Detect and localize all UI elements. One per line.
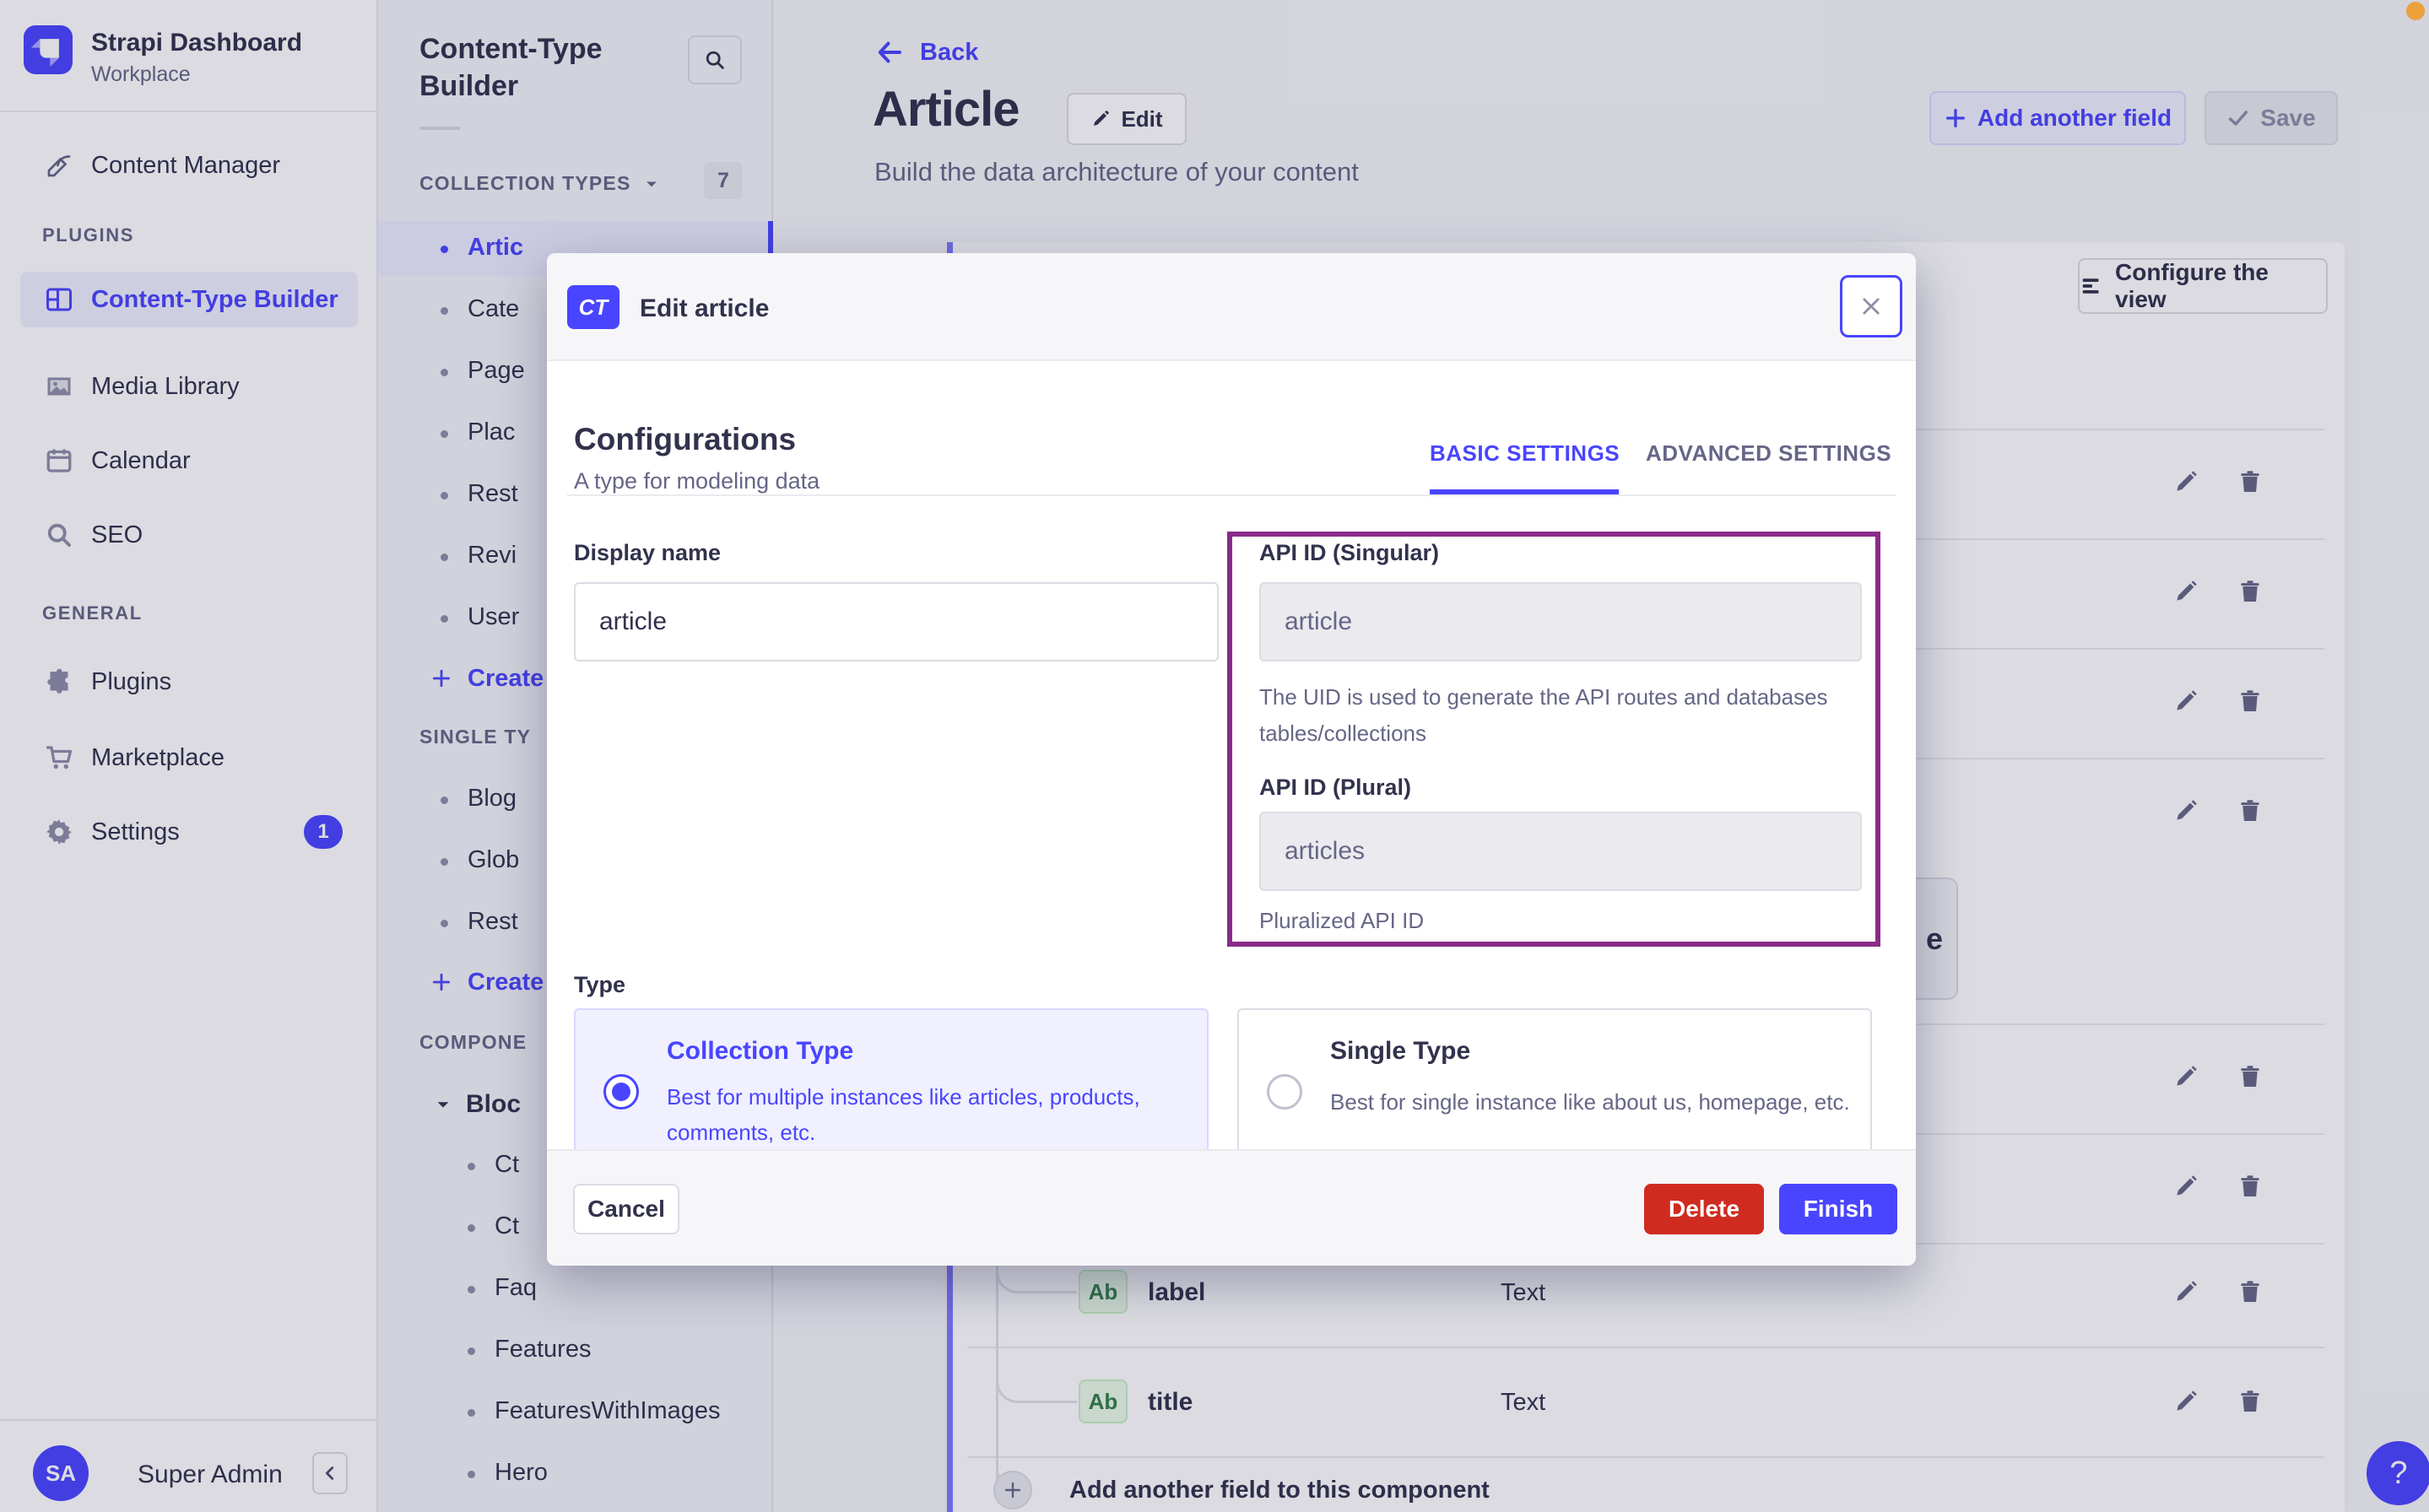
cancel-button[interactable]: Cancel — [573, 1184, 679, 1234]
display-name-label: Display name — [574, 540, 722, 565]
modal-heading: Configurations — [574, 422, 797, 456]
single-type-desc: Best for single instance like about us, … — [1330, 1089, 1850, 1115]
radio-selected-icon[interactable] — [603, 1074, 639, 1110]
delete-button[interactable]: Delete — [1644, 1184, 1764, 1234]
desc-line-1: Best for multiple instances like article… — [667, 1084, 1140, 1110]
modal-subheading: A type for modeling data — [574, 468, 820, 494]
help-line-2: tables/collections — [1259, 721, 1426, 746]
api-id-plural-help: Pluralized API ID — [1259, 908, 1425, 933]
single-type-card[interactable]: Single Type Best for single instance lik… — [1237, 1008, 1872, 1171]
modal-footer: Cancel Delete Finish — [547, 1149, 1916, 1266]
close-icon — [1859, 294, 1883, 318]
screen: Strapi Dashboard Workplace Content Manag… — [0, 0, 2429, 1512]
finish-button[interactable]: Finish — [1779, 1184, 1897, 1234]
single-type-title: Single Type — [1330, 1037, 1471, 1065]
display-name-field-wrap — [574, 582, 1219, 662]
api-id-singular-input[interactable] — [1259, 582, 1862, 662]
api-id-plural-field-wrap — [1259, 812, 1862, 891]
api-id-singular-label: API ID (Singular) — [1259, 540, 1440, 565]
api-id-singular-help: The UID is used to generate the API rout… — [1259, 679, 1828, 752]
api-id-plural-label: API ID (Plural) — [1259, 775, 1412, 800]
modal-header: CT Edit article — [547, 253, 1916, 361]
collection-type-desc: Best for multiple instances like article… — [667, 1079, 1140, 1150]
close-button[interactable] — [1840, 275, 1902, 338]
api-id-singular-field-wrap — [1259, 582, 1862, 662]
help-line-1: The UID is used to generate the API rout… — [1259, 684, 1828, 710]
collection-type-title: Collection Type — [667, 1037, 854, 1065]
tab-advanced-settings[interactable]: ADVANCED SETTINGS — [1646, 440, 1891, 467]
modal-title: Edit article — [640, 294, 770, 322]
content-type-badge: CT — [567, 285, 619, 329]
display-name-input[interactable] — [574, 582, 1219, 662]
active-tab-underline — [1430, 489, 1619, 494]
desc-line-2: comments, etc. — [667, 1120, 816, 1145]
radio-unselected-icon[interactable] — [1267, 1074, 1302, 1110]
api-id-plural-input[interactable] — [1259, 812, 1862, 891]
tab-basic-settings[interactable]: BASIC SETTINGS — [1430, 440, 1620, 467]
edit-article-modal: CT Edit article Configurations A type fo… — [547, 253, 1916, 1266]
type-label: Type — [574, 972, 626, 997]
collection-type-card[interactable]: Collection Type Best for multiple instan… — [574, 1008, 1209, 1171]
recording-indicator-dot — [2406, 2, 2425, 20]
tabs-divider — [567, 494, 1896, 496]
